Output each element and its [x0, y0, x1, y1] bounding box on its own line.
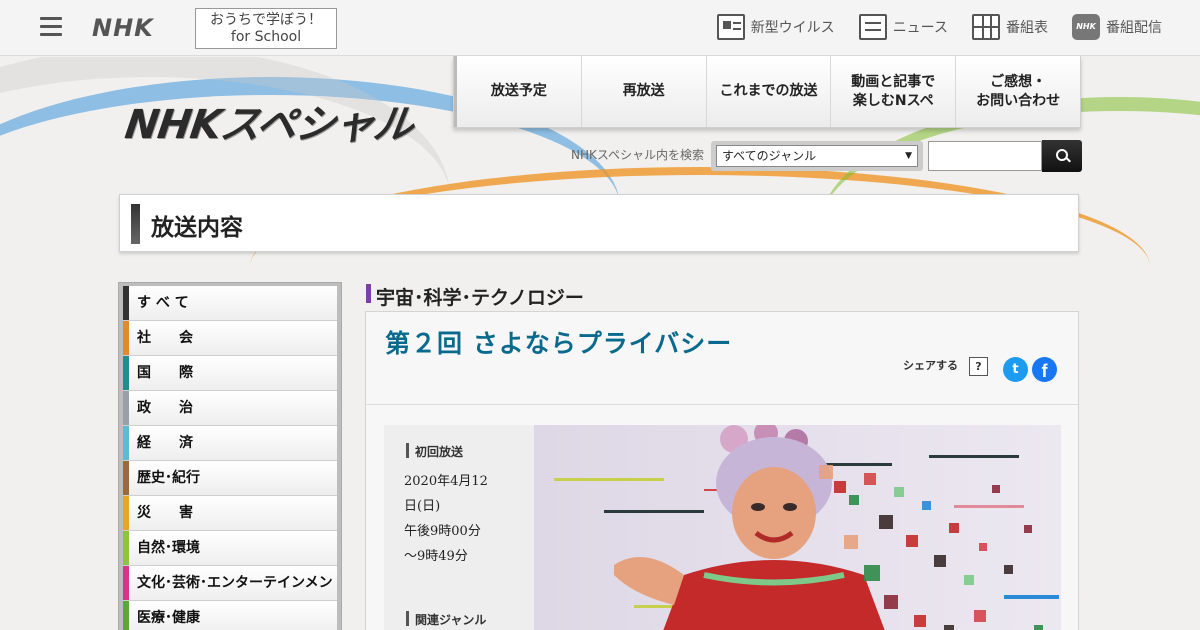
genre-color-mark — [123, 426, 129, 460]
link-program-guide-label: 番組表 — [1006, 20, 1048, 36]
genre-color-mark — [123, 566, 129, 600]
broadcast-info: 初回放送 2020年4月12 日(日) 午後9時00分 ～9時49分 関連ジャン… — [384, 425, 534, 630]
sidebar-item-culture[interactable]: 文化･芸術･エンターテインメント — [123, 566, 337, 625]
sidebar-item-nature[interactable]: 自然･環境 — [123, 531, 337, 566]
episode-key-visual — [534, 425, 1061, 630]
face-shape — [732, 467, 816, 559]
link-program-guide[interactable]: 番組表 — [972, 14, 1048, 40]
sidebar-item-all[interactable]: す べ て — [123, 286, 337, 321]
search-button[interactable] — [1042, 140, 1082, 172]
sidebar-item-label: 政 治 — [137, 400, 193, 416]
for-school-link[interactable]: おうちで学ぼう！ for School — [195, 8, 337, 49]
for-school-line1: おうちで学ぼう！ — [210, 12, 322, 28]
genre-color-mark — [123, 321, 129, 355]
nav-videos-articles[interactable]: 動画と記事で 楽しむNスペ — [830, 56, 956, 127]
eye-right — [783, 503, 797, 511]
sidebar-item-label: 医療･健康 — [137, 610, 200, 626]
program-guide-icon — [972, 14, 1000, 40]
sidebar-item-history[interactable]: 歴史･紀行 — [123, 461, 337, 496]
nav-schedule[interactable]: 放送予定 — [454, 56, 581, 127]
page-title: 放送内容 — [151, 215, 243, 241]
link-coronavirus-label: 新型ウイルス — [750, 20, 835, 36]
share-label: シェアする — [903, 359, 958, 372]
genre-color-mark — [123, 286, 129, 320]
first-air-label: 初回放送 — [406, 443, 463, 460]
global-header: NHK おうちで学ぼう！ for School 新型ウイルス ニュース 番組表 … — [0, 0, 1200, 56]
nav-past-broadcasts[interactable]: これまでの放送 — [705, 56, 831, 127]
glitch-line — [1004, 595, 1059, 599]
glitch-line — [954, 505, 1024, 508]
sidebar-item-label: 社 会 — [137, 330, 193, 346]
virus-info-icon — [716, 14, 745, 40]
genre-color-mark — [123, 601, 129, 630]
sidebar-item-international[interactable]: 国 際 — [123, 356, 337, 391]
link-coronavirus[interactable]: 新型ウイルス — [716, 14, 835, 40]
nav-feedback[interactable]: ご感想・ お問い合わせ — [955, 56, 1080, 127]
hand-shape — [614, 557, 684, 605]
link-streaming-label: 番組配信 — [1106, 20, 1162, 36]
search-label: NHKスペシャル内を検索 — [571, 148, 705, 162]
sidebar-item-label: 災 害 — [137, 505, 193, 521]
glitch-line — [604, 510, 704, 513]
sidebar-item-label: 経 済 — [137, 435, 193, 451]
sidebar-item-politics[interactable]: 政 治 — [123, 391, 337, 426]
eye-left — [751, 503, 765, 511]
heading-bar — [131, 204, 140, 244]
sidebar-item-label: 自然･環境 — [137, 540, 200, 556]
link-news-label: ニュース — [892, 20, 948, 36]
glitch-line — [929, 455, 1019, 458]
sidebar-item-medical[interactable]: 医療･健康 — [123, 601, 337, 630]
genre-color-mark — [123, 531, 129, 565]
facebook-icon[interactable]: f — [1032, 357, 1057, 382]
news-icon — [858, 14, 887, 40]
for-school-line2: for School — [230, 29, 302, 45]
key-visual-illustration — [554, 425, 1059, 630]
genre-color-mark — [123, 391, 129, 425]
genre-heading: 宇宙･科学･テクノロジー — [366, 283, 584, 310]
link-news[interactable]: ニュース — [858, 14, 948, 40]
sidebar-item-label: す べ て — [137, 295, 189, 311]
share-help-button[interactable]: ? — [969, 357, 988, 376]
sidebar-item-disaster[interactable]: 災 害 — [123, 496, 337, 531]
page-heading-box: 放送内容 — [119, 194, 1079, 252]
sidebar-item-label: 歴史･紀行 — [137, 470, 200, 486]
nhk-logo[interactable]: NHK — [92, 14, 154, 42]
twitter-icon[interactable]: t — [1003, 357, 1028, 382]
red-dress — [663, 560, 885, 630]
search-input[interactable] — [928, 141, 1042, 171]
link-streaming[interactable]: NHK 番組配信 — [1072, 14, 1162, 40]
genre-color-mark — [123, 461, 129, 495]
genre-select[interactable]: すべてのジャンル — [711, 141, 923, 171]
first-air-date: 2020年4月12 日(日) 午後9時00分 ～9時49分 — [404, 474, 488, 564]
genre-sidebar: す べ て 社 会 国 際 政 治 経 済 歴史･紀行 災 害 自然･環境 文化… — [118, 282, 342, 630]
nav-rebroadcast[interactable]: 再放送 — [580, 56, 706, 127]
glitch-line — [554, 478, 664, 481]
sidebar-item-economy[interactable]: 経 済 — [123, 426, 337, 461]
streaming-icon: NHK — [1072, 14, 1100, 40]
sidebar-item-label: 国 際 — [137, 365, 193, 381]
genre-color-mark — [123, 356, 129, 390]
nhk-special-logo[interactable]: NHKスペシャル — [122, 92, 417, 150]
episode-card-header: 第２回 さよならプライバシー シェアする ? t f — [366, 312, 1078, 405]
related-genre-label: 関連ジャンル — [406, 611, 486, 628]
menu-icon[interactable] — [40, 17, 62, 37]
sidebar-item-society[interactable]: 社 会 — [123, 321, 337, 356]
utility-links: 新型ウイルス ニュース 番組表 NHK 番組配信 — [716, 14, 1162, 40]
episode-title: 第２回 さよならプライバシー — [385, 329, 733, 358]
global-nav: 放送予定 再放送 これまでの放送 動画と記事で 楽しむNスペ ご感想・ お問い合… — [453, 56, 1081, 128]
episode-card: 第２回 さよならプライバシー シェアする ? t f 初回放送 2020年4月1… — [365, 311, 1079, 630]
genre-select-value: すべてのジャンル — [716, 145, 918, 167]
genre-color-mark — [123, 496, 129, 530]
